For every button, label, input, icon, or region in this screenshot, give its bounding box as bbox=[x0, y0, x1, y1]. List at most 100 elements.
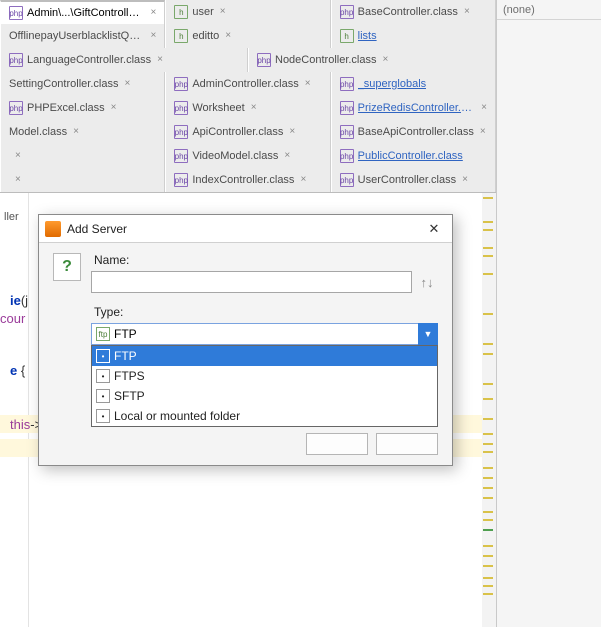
editor-tab[interactable]: SettingController.class × bbox=[0, 72, 165, 96]
editor-tab[interactable]: × bbox=[0, 144, 165, 168]
tab-label: LanguageController.class bbox=[27, 54, 151, 66]
php-icon: php bbox=[257, 53, 271, 67]
tab-label: AdminController.class bbox=[192, 78, 298, 90]
dialog-icon bbox=[45, 221, 61, 237]
tab-label: ApiController.class bbox=[192, 126, 283, 138]
close-icon[interactable]: × bbox=[251, 103, 257, 113]
editor-tab[interactable]: hlists bbox=[331, 24, 496, 48]
help-icon[interactable]: ? bbox=[53, 253, 81, 281]
editor-tab[interactable]: php_superglobals bbox=[331, 72, 496, 96]
php-icon: php bbox=[174, 101, 188, 115]
editor-fragment: cour bbox=[0, 311, 25, 326]
editor-tab[interactable]: php LanguageController.class × bbox=[0, 48, 248, 72]
close-icon[interactable]: × bbox=[220, 7, 226, 17]
name-input[interactable] bbox=[91, 271, 412, 293]
add-server-dialog: Add Server ✕ ? Name: ↑↓ Type: ftp bbox=[38, 214, 453, 466]
h-icon: h bbox=[174, 5, 188, 19]
close-icon[interactable]: × bbox=[15, 175, 21, 185]
editor-tab[interactable]: phpPublicController.class bbox=[331, 144, 496, 168]
editor-tab[interactable]: php NodeController.class × bbox=[248, 48, 496, 72]
close-icon[interactable]: × bbox=[225, 31, 231, 41]
php-icon: php bbox=[174, 173, 188, 187]
editor-tab[interactable]: phpApiController.class× bbox=[165, 120, 330, 144]
tab-label: SettingController.class bbox=[9, 78, 118, 90]
tab-label: Worksheet bbox=[192, 102, 244, 114]
editor-tab[interactable]: php Worksheet × bbox=[165, 96, 330, 120]
tab-label: editto bbox=[192, 30, 219, 42]
tab-label: BaseApiController.class bbox=[358, 126, 474, 138]
editor-tab[interactable]: huser × bbox=[165, 0, 330, 24]
editor-tab[interactable]: Model.class × bbox=[0, 120, 165, 144]
type-combobox[interactable]: ftp FTP ▼ •FTP•FTPS•SFTP•Local or mounte… bbox=[91, 323, 438, 345]
chevron-down-icon[interactable]: ▼ bbox=[418, 323, 438, 345]
sort-arrows-icon[interactable]: ↑↓ bbox=[416, 275, 438, 290]
close-icon[interactable]: × bbox=[481, 103, 487, 113]
php-icon: php bbox=[9, 53, 23, 67]
close-icon[interactable]: × bbox=[464, 7, 470, 17]
php-icon: php bbox=[340, 173, 354, 187]
tab-label: lists bbox=[358, 30, 377, 42]
right-panel-header: (none) bbox=[497, 0, 601, 20]
editor-tab[interactable]: php VideoModel.class × bbox=[165, 144, 330, 168]
editor-tab[interactable]: php AdminController.class × bbox=[165, 72, 330, 96]
close-icon[interactable]: × bbox=[284, 151, 290, 161]
overview-ruler[interactable] bbox=[482, 193, 496, 627]
close-icon[interactable]: × bbox=[124, 79, 130, 89]
option-label: FTPS bbox=[114, 369, 145, 383]
editor-tab[interactable]: × bbox=[0, 168, 165, 192]
option-label: FTP bbox=[114, 349, 137, 363]
editor-tab[interactable]: phpBaseController.class× bbox=[331, 0, 496, 24]
close-icon[interactable]: × bbox=[157, 55, 163, 65]
editor-tab[interactable]: OfflinepayUserblacklistQueryRequest × bbox=[0, 24, 165, 48]
tab-label: PrizeRedisController.class bbox=[358, 102, 475, 114]
type-label: Type: bbox=[91, 305, 438, 319]
close-icon[interactable]: × bbox=[305, 79, 311, 89]
dialog-title: Add Server bbox=[67, 222, 127, 236]
php-icon: php bbox=[174, 149, 188, 163]
editor-tab[interactable]: phpAdmin\...\GiftController.class× bbox=[0, 0, 165, 24]
tab-label: Admin\...\GiftController.class bbox=[27, 7, 144, 19]
close-icon[interactable]: × bbox=[15, 151, 21, 161]
option-icon: • bbox=[96, 389, 110, 403]
tab-label: PublicController.class bbox=[358, 150, 463, 162]
type-option[interactable]: •FTP bbox=[92, 346, 437, 366]
type-dropdown: •FTP•FTPS•SFTP•Local or mounted folder bbox=[91, 345, 438, 427]
close-icon[interactable]: × bbox=[383, 55, 389, 65]
php-icon: php bbox=[174, 77, 188, 91]
editor-tab[interactable]: php UserController.class × bbox=[331, 168, 496, 192]
editor-tab[interactable]: php BaseApiController.class × bbox=[331, 120, 496, 144]
editor-fragment: (j bbox=[21, 293, 28, 308]
tab-label: OfflinepayUserblacklistQueryRequest bbox=[9, 30, 144, 42]
editor-tab[interactable]: phpPrizeRedisController.class× bbox=[331, 96, 496, 120]
ftp-icon: ftp bbox=[96, 327, 110, 341]
tab-label: NodeController.class bbox=[275, 54, 377, 66]
editor-tabs: php Admin\...\GiftController.class × huser ×… bbox=[0, 0, 496, 193]
close-icon[interactable]: × bbox=[480, 127, 486, 137]
close-icon[interactable]: × bbox=[150, 31, 156, 41]
editor-fragment: { bbox=[17, 363, 25, 378]
type-value: FTP bbox=[114, 327, 137, 341]
dialog-button[interactable] bbox=[376, 433, 438, 455]
close-icon[interactable]: × bbox=[111, 103, 117, 113]
editor-tab[interactable]: phpPHPExcel.class× bbox=[0, 96, 165, 120]
tab-label: PHPExcel.class bbox=[27, 102, 105, 114]
php-icon: php bbox=[340, 77, 354, 91]
tab-label: Model.class bbox=[9, 126, 67, 138]
close-icon[interactable]: × bbox=[462, 175, 468, 185]
type-option[interactable]: • FTPS bbox=[92, 366, 437, 386]
type-option[interactable]: •Local or mounted folder bbox=[92, 406, 437, 426]
close-icon[interactable]: × bbox=[150, 8, 156, 18]
tab-label: VideoModel.class bbox=[192, 150, 278, 162]
close-icon[interactable]: × bbox=[73, 127, 79, 137]
type-option[interactable]: •SFTP bbox=[92, 386, 437, 406]
option-icon: • bbox=[96, 369, 110, 383]
dialog-button[interactable] bbox=[306, 433, 368, 455]
php-icon: php bbox=[340, 125, 354, 139]
tab-label: UserController.class bbox=[358, 174, 456, 186]
editor-tab[interactable]: heditto× bbox=[165, 24, 330, 48]
close-icon[interactable]: × bbox=[289, 127, 295, 137]
close-button[interactable]: ✕ bbox=[422, 221, 446, 237]
tab-label: user bbox=[192, 6, 213, 18]
editor-tab[interactable]: phpIndexController.class× bbox=[165, 168, 330, 192]
close-icon[interactable]: × bbox=[300, 175, 306, 185]
